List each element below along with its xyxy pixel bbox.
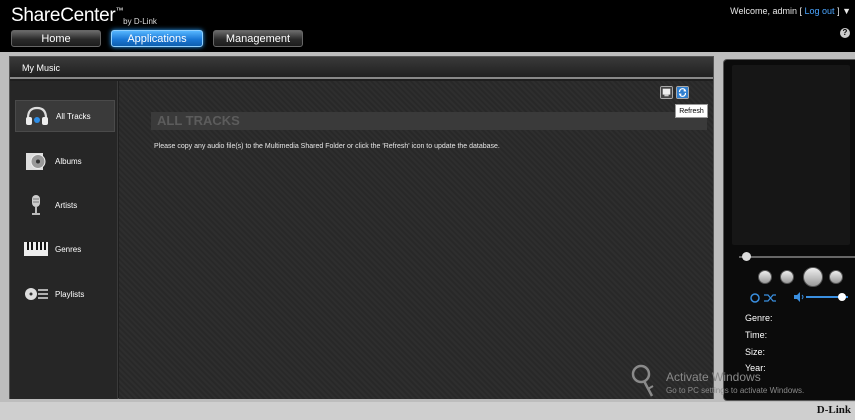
volume-icon[interactable]	[793, 292, 805, 302]
sidebar-item-label: Playlists	[55, 289, 85, 299]
album-art-area	[732, 65, 850, 245]
content-area: My Music All Tracks Albums Artists Genre…	[0, 52, 855, 402]
panel-title: My Music	[10, 57, 713, 79]
sidebar-item-label: All Tracks	[56, 111, 91, 121]
watermark-title: Activate Windows	[666, 370, 761, 384]
sidebar-item-playlists[interactable]: Playlists	[15, 278, 115, 310]
sidebar-item-label: Genres	[55, 244, 82, 254]
sidebar-item-artists[interactable]: Artists	[15, 189, 115, 221]
welcome-text: Welcome, admin [ Log out ] ▼	[730, 6, 851, 16]
refresh-icon[interactable]	[676, 86, 689, 99]
playlist-icon	[25, 288, 48, 300]
my-music-panel: My Music All Tracks Albums Artists Genre…	[9, 56, 714, 399]
stop-button[interactable]	[758, 270, 772, 284]
sidebar-item-albums[interactable]: Albums	[15, 145, 115, 177]
next-button[interactable]	[829, 270, 843, 284]
account-dropdown[interactable]: ] ▼	[837, 6, 851, 16]
tracks-area: ALL TRACKS Please copy any audio file(s)…	[119, 81, 713, 399]
refresh-tooltip: Refresh	[675, 104, 708, 118]
top-header: ShareCenter™by D-Link Home Applications …	[0, 0, 855, 52]
sidebar-item-label: Albums	[55, 156, 82, 166]
help-icon[interactable]: ?	[840, 28, 850, 38]
time-label: Time:	[745, 330, 768, 340]
size-label: Size:	[745, 347, 766, 357]
upload-icon[interactable]	[660, 86, 673, 99]
key-icon	[631, 364, 654, 397]
footer: D-Link	[0, 402, 855, 420]
repeat-shuffle-icon[interactable]	[749, 292, 777, 304]
sidebar-item-all-tracks[interactable]: All Tracks	[15, 100, 115, 132]
seek-handle[interactable]	[742, 252, 751, 261]
microphone-icon	[32, 195, 40, 215]
tab-applications[interactable]: Applications	[111, 30, 203, 47]
logout-link[interactable]: Log out	[805, 6, 835, 16]
previous-button[interactable]	[780, 270, 794, 284]
tab-management[interactable]: Management	[213, 30, 303, 47]
page-title: ALL TRACKS	[157, 113, 240, 128]
genre-label: Genre:	[745, 313, 773, 323]
sidebar-item-label: Artists	[55, 200, 78, 210]
headphones-icon	[26, 106, 48, 125]
pause-button[interactable]	[803, 267, 823, 287]
sharecenter-window: ShareCenter™by D-Link Home Applications …	[0, 0, 855, 420]
sidebar-item-genres[interactable]: Genres	[15, 233, 115, 265]
volume-handle[interactable]	[837, 293, 846, 301]
empty-message: Please copy any audio file(s) to the Mul…	[154, 143, 500, 150]
tab-home[interactable]: Home	[11, 30, 101, 47]
music-sidebar: All Tracks Albums Artists Genres Playlis…	[10, 81, 118, 399]
music-player	[723, 59, 855, 401]
piano-icon	[24, 242, 48, 256]
seek-bar[interactable]	[739, 256, 855, 258]
watermark-subtitle: Go to PC settings to activate Windows.	[666, 386, 805, 395]
brand-logo: ShareCenter™by D-Link	[11, 5, 157, 26]
album-icon	[26, 153, 46, 170]
dlink-logo: D-Link	[816, 404, 851, 416]
section-header: ALL TRACKS	[151, 112, 707, 130]
